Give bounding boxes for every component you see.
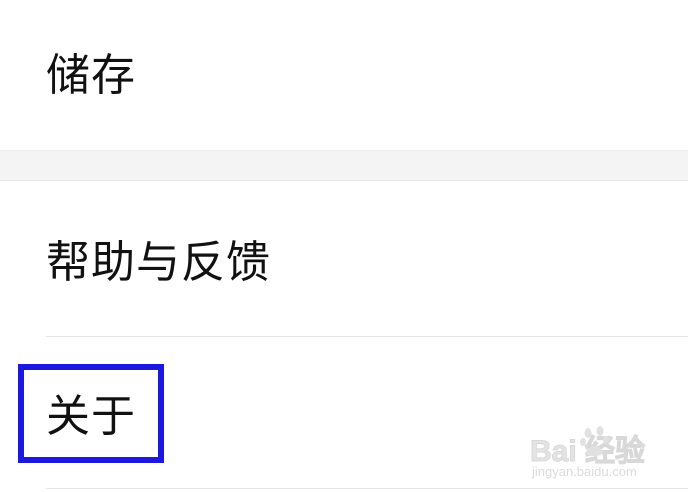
- settings-item-storage[interactable]: 储存: [0, 0, 688, 150]
- watermark-url: jingyan.baidu.com: [532, 464, 637, 479]
- section-separator: [0, 150, 688, 181]
- settings-item-help-feedback[interactable]: 帮助与反馈: [0, 181, 688, 336]
- settings-item-label: 帮助与反馈: [46, 237, 271, 288]
- settings-item-label: 储存: [46, 50, 136, 101]
- row-divider: [46, 488, 688, 489]
- settings-screen: 储存 帮助与反馈 关于 Bai 经验 jingyan.baidu.com: [0, 0, 688, 492]
- paw-icon: [580, 426, 609, 456]
- baidu-jingyan-watermark: Bai 经验 jingyan.baidu.com: [529, 424, 680, 486]
- annotation-highlight-box: [18, 364, 164, 463]
